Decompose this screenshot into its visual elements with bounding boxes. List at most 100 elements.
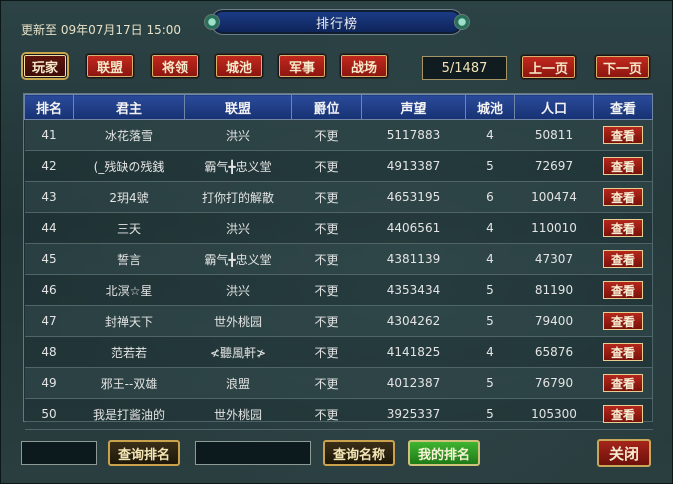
alliance-cell: 世外桃园: [184, 398, 292, 430]
population-cell: 47307: [514, 243, 594, 275]
prestige-cell: 4913387: [361, 150, 466, 182]
cities-cell: 5: [465, 398, 515, 430]
lord-cell: 冰花落雪: [73, 119, 185, 151]
title-cell: 不更: [291, 119, 362, 151]
rank-cell: 49: [24, 367, 74, 399]
table-row: 49 邪王--双雄 浪盟 不更 4012387 5 76790 查看: [24, 367, 653, 399]
view-button[interactable]: 查看: [603, 126, 643, 144]
lord-cell: 邪王--双雄: [73, 367, 185, 399]
alliance-cell: ≮聽風軒≯: [184, 336, 292, 368]
population-cell: 110010: [514, 212, 594, 244]
tab-generals[interactable]: 将领: [151, 54, 199, 78]
col-prestige: 声望: [361, 94, 466, 120]
left-gem-icon: [204, 14, 220, 30]
population-cell: 72697: [514, 150, 594, 182]
prestige-cell: 4304262: [361, 305, 466, 337]
lord-cell: 范若若: [73, 336, 185, 368]
view-button[interactable]: 查看: [603, 157, 643, 175]
col-cities: 城池: [465, 94, 515, 120]
ranking-window: 更新至 09年07月17日 15:00 排行榜 玩家 联盟 将领 城池 军事 战…: [0, 0, 673, 484]
rank-cell: 50: [24, 398, 74, 430]
tab-players[interactable]: 玩家: [23, 54, 67, 78]
prestige-cell: 5117883: [361, 119, 466, 151]
window-title: 排行榜: [315, 16, 358, 32]
table-row: 47 封禅天下 世外桃园 不更 4304262 5 79400 查看: [24, 305, 653, 337]
title-cell: 不更: [291, 305, 362, 337]
alliance-cell: 霸气╋忠义堂: [184, 150, 292, 182]
next-page-button[interactable]: 下一页: [595, 55, 650, 79]
view-button[interactable]: 查看: [603, 281, 643, 299]
close-button[interactable]: 关闭: [597, 439, 651, 467]
rank-query-input[interactable]: [21, 441, 97, 465]
col-alliance: 联盟: [184, 94, 292, 120]
rank-cell: 46: [24, 274, 74, 306]
view-button[interactable]: 查看: [603, 250, 643, 268]
tab-cities[interactable]: 城池: [215, 54, 263, 78]
view-button[interactable]: 查看: [603, 374, 643, 392]
view-button[interactable]: 查看: [603, 405, 643, 423]
alliance-cell: 世外桃园: [184, 305, 292, 337]
population-cell: 100474: [514, 181, 594, 213]
population-cell: 81190: [514, 274, 594, 306]
alliance-cell: 霸气╋忠义堂: [184, 243, 292, 275]
tab-battlefield[interactable]: 战场: [340, 54, 388, 78]
right-gem-icon: [454, 14, 470, 30]
title-cell: 不更: [291, 212, 362, 244]
title-cell: 不更: [291, 150, 362, 182]
view-button[interactable]: 查看: [603, 188, 643, 206]
col-title: 爵位: [291, 94, 362, 120]
name-query-input[interactable]: [195, 441, 311, 465]
prestige-cell: 4141825: [361, 336, 466, 368]
lord-cell: 我是打酱油的: [73, 398, 185, 430]
table-row: 44 三天 洪兴 不更 4406561 4 110010 查看: [24, 212, 653, 244]
alliance-cell: 洪兴: [184, 274, 292, 306]
col-view: 查看: [593, 94, 653, 120]
rank-cell: 43: [24, 181, 74, 213]
lord-cell: 北溟☆星: [73, 274, 185, 306]
rank-cell: 44: [24, 212, 74, 244]
cities-cell: 6: [465, 181, 515, 213]
prev-page-button[interactable]: 上一页: [521, 55, 576, 79]
col-lord: 君主: [73, 94, 185, 120]
table-row: 50 我是打酱油的 世外桃园 不更 3925337 5 105300 查看: [24, 398, 653, 430]
title-cell: 不更: [291, 181, 362, 213]
view-button[interactable]: 查看: [603, 219, 643, 237]
lord-cell: 封禅天下: [73, 305, 185, 337]
alliance-cell: 洪兴: [184, 119, 292, 151]
lord-cell: (_残缺の残銭: [73, 150, 185, 182]
population-cell: 50811: [514, 119, 594, 151]
prestige-cell: 4653195: [361, 181, 466, 213]
tab-alliances[interactable]: 联盟: [86, 54, 134, 78]
title-cell: 不更: [291, 367, 362, 399]
prestige-cell: 3925337: [361, 398, 466, 430]
cities-cell: 4: [465, 336, 515, 368]
cities-cell: 5: [465, 274, 515, 306]
title-cell: 不更: [291, 243, 362, 275]
alliance-cell: 浪盟: [184, 367, 292, 399]
rank-cell: 42: [24, 150, 74, 182]
table-row: 41 冰花落雪 洪兴 不更 5117883 4 50811 查看: [24, 119, 653, 151]
alliance-cell: 打你打的解散: [184, 181, 292, 213]
prestige-cell: 4012387: [361, 367, 466, 399]
prestige-cell: 4381139: [361, 243, 466, 275]
rank-cell: 41: [24, 119, 74, 151]
alliance-cell: 洪兴: [184, 212, 292, 244]
lord-cell: 誓言: [73, 243, 185, 275]
tab-military[interactable]: 军事: [278, 54, 326, 78]
table-row: 48 范若若 ≮聽風軒≯ 不更 4141825 4 65876 查看: [24, 336, 653, 368]
table-row: 46 北溟☆星 洪兴 不更 4353434 5 81190 查看: [24, 274, 653, 306]
title-cell: 不更: [291, 336, 362, 368]
population-cell: 105300: [514, 398, 594, 430]
cities-cell: 5: [465, 305, 515, 337]
query-rank-button[interactable]: 查询排名: [108, 440, 180, 466]
view-button[interactable]: 查看: [603, 343, 643, 361]
cities-cell: 4: [465, 243, 515, 275]
lord-cell: 三天: [73, 212, 185, 244]
population-cell: 65876: [514, 336, 594, 368]
rank-cell: 45: [24, 243, 74, 275]
query-name-button[interactable]: 查询名称: [323, 440, 395, 466]
prestige-cell: 4406561: [361, 212, 466, 244]
table-row: 45 誓言 霸气╋忠义堂 不更 4381139 4 47307 查看: [24, 243, 653, 275]
my-rank-button[interactable]: 我的排名: [408, 440, 480, 466]
view-button[interactable]: 查看: [603, 312, 643, 330]
